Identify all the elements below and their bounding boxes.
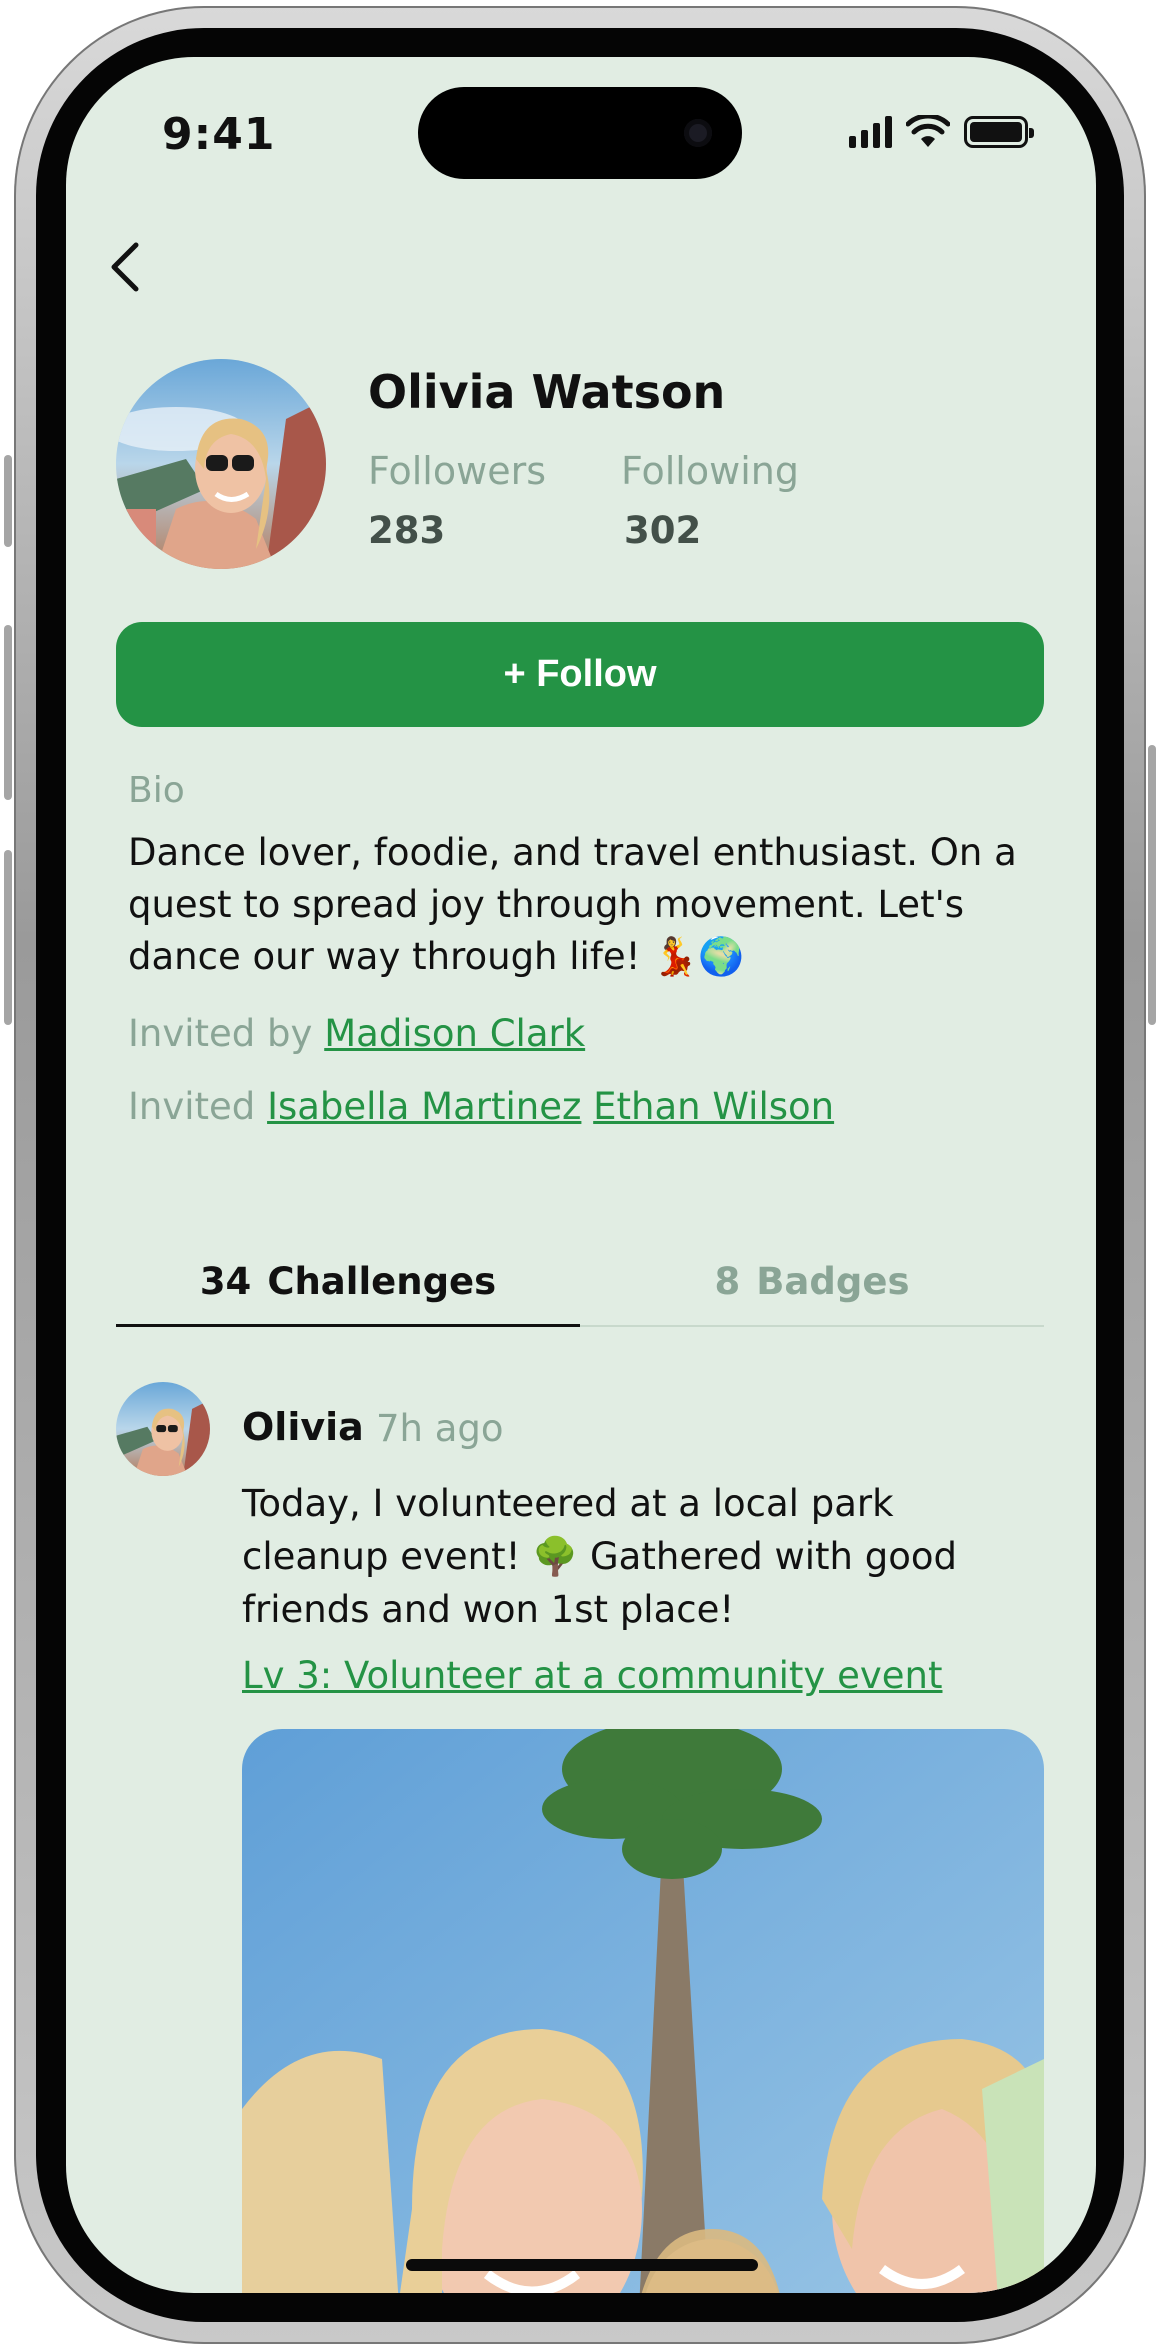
follow-button[interactable]: + Follow [116, 622, 1044, 727]
tab-badges[interactable]: 8 Badges [580, 1237, 1044, 1325]
status-time: 9:41 [162, 109, 276, 160]
dynamic-island [418, 87, 742, 179]
tab-badges-label: Badges [756, 1259, 910, 1303]
followers-stat[interactable]: Followers 283 [368, 449, 546, 552]
power-button [1148, 745, 1156, 1025]
invited-by-row: Invited by Madison Clark [128, 1012, 585, 1055]
challenge-link[interactable]: Lv 3: Volunteer at a community event [242, 1654, 942, 1697]
home-indicator[interactable] [406, 2259, 758, 2271]
post-text: Today, I volunteered at a local park cle… [242, 1482, 957, 1631]
following-stat[interactable]: Following 302 [621, 449, 799, 552]
invited-link-1[interactable]: Isabella Martinez [267, 1085, 581, 1128]
tab-challenges[interactable]: 34 Challenges [116, 1237, 580, 1327]
bio-label: Bio [128, 770, 185, 811]
volume-down-button [4, 850, 12, 1025]
followers-count: 283 [368, 509, 446, 552]
wifi-icon [906, 115, 950, 147]
following-label: Following [621, 449, 799, 493]
invited-by-label: Invited by [128, 1012, 313, 1055]
profile-name: Olivia Watson [368, 365, 726, 419]
profile-avatar [116, 359, 326, 569]
post-author-avatar[interactable] [116, 1382, 210, 1476]
post-author-name[interactable]: Olivia [242, 1405, 364, 1449]
tab-badges-count: 8 [714, 1259, 741, 1303]
following-count: 302 [624, 509, 702, 552]
tab-challenges-label: Challenges [267, 1259, 497, 1303]
camera-icon [684, 119, 712, 147]
signal-icon [849, 116, 892, 148]
invited-link-2[interactable]: Ethan Wilson [593, 1085, 834, 1128]
invited-row: Invited Isabella Martinez Ethan Wilson [128, 1085, 834, 1128]
invited-label: Invited [128, 1085, 256, 1128]
bio-text: Dance lover, foodie, and travel enthusia… [128, 831, 1017, 978]
app-screen: 9:41 Olivia Watson Followers 283 Followi… [66, 57, 1096, 2293]
status-icons [849, 115, 1034, 149]
invited-by-link[interactable]: Madison Clark [324, 1012, 585, 1055]
followers-label: Followers [368, 449, 546, 493]
volume-up-button [4, 625, 12, 800]
profile-tabs: 34 Challenges 8 Badges [116, 1237, 1044, 1327]
back-chevron-icon[interactable] [102, 237, 152, 297]
silent-switch [4, 455, 12, 547]
post-photo[interactable] [242, 1729, 1044, 2293]
post-time: 7h ago [376, 1407, 504, 1450]
battery-icon [964, 116, 1034, 148]
tab-challenges-count: 34 [199, 1259, 252, 1303]
